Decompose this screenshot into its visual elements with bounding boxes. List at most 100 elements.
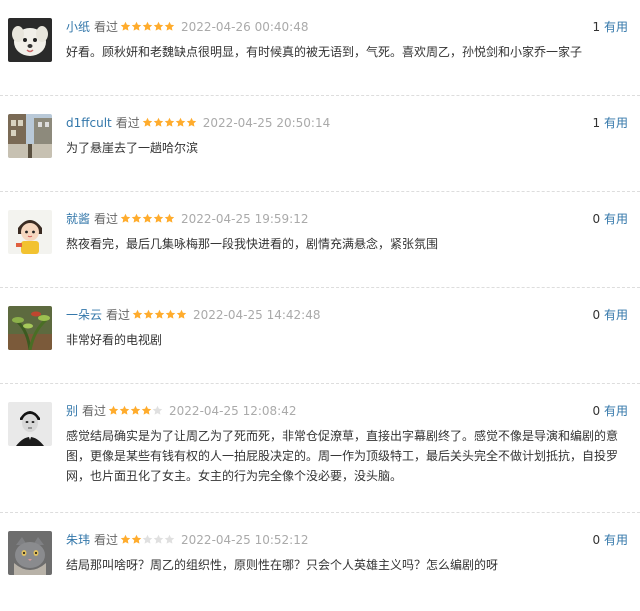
avatar[interactable] (8, 210, 52, 254)
review-text: 结局那叫啥呀？周乙的组织性，原则性在哪？只会个人英雄主义吗？怎么编剧的呀 (66, 558, 499, 572)
review-meta: 一朵云 看过 2022-04-25 14:42:48 (66, 307, 320, 323)
review-meta: d1ffcult 看过 2022-04-25 20:50:14 (66, 115, 330, 131)
useful-button[interactable]: 有用 (604, 212, 628, 226)
avatar[interactable] (8, 306, 52, 350)
timestamp: 2022-04-25 20:50:14 (202, 116, 331, 130)
review-meta: 别看过 2022-04-25 12:08:42 (66, 403, 296, 419)
username-link[interactable]: 小纸 (66, 20, 90, 34)
star-filled-icon (176, 309, 187, 323)
useful-count: 0 (592, 533, 601, 547)
rating-stars (120, 212, 175, 228)
star-filled-icon (164, 213, 175, 227)
timestamp: 2022-04-26 00:40:48 (181, 20, 309, 34)
star-filled-icon (164, 117, 175, 131)
useful-button[interactable]: 有用 (604, 116, 628, 130)
star-filled-icon (131, 213, 142, 227)
timestamp: 2022-04-25 10:52:12 (181, 533, 309, 547)
review-meta: 朱玮 看过 2022-04-25 10:52:12 (66, 532, 308, 548)
review-item: d1ffcult 看过 2022-04-25 20:50:14 1 有用为了悬崖去了一… (0, 114, 640, 194)
useful-count: 1 (592, 20, 601, 34)
star-filled-icon (164, 21, 175, 35)
star-filled-icon (165, 309, 176, 323)
username-link[interactable]: 朱玮 (66, 533, 90, 547)
star-empty-icon (142, 534, 153, 548)
star-filled-icon (175, 117, 186, 131)
watched-label: 看过 (94, 20, 119, 34)
divider (0, 191, 640, 192)
star-filled-icon (186, 117, 197, 131)
timestamp: 2022-04-25 19:59:12 (181, 212, 309, 226)
watched-label: 看过 (115, 116, 140, 130)
rating-stars (120, 533, 175, 549)
review-text: 感觉结局确实是为了让周乙为了死而死，非常仓促潦草，直接出字幕剧终了。感觉不像是导… (66, 429, 619, 483)
username-link[interactable]: 一朵云 (66, 308, 102, 322)
watched-label: 看过 (94, 212, 119, 226)
star-filled-icon (131, 534, 142, 548)
useful-vote[interactable]: 0 有用 (593, 403, 628, 419)
review-meta: 就酱 看过 2022-04-25 19:59:12 (66, 211, 308, 227)
avatar[interactable] (8, 18, 52, 62)
watched-label: 看过 (106, 308, 131, 322)
review-text: 非常好看的电视剧 (66, 333, 163, 347)
watched-label: 看过 (94, 533, 119, 547)
star-filled-icon (153, 21, 164, 35)
review-item: 朱玮 看过 2022-04-25 10:52:12 0 有用结局那叫啥呀？周乙的组织性… (0, 531, 640, 611)
star-filled-icon (130, 405, 141, 419)
divider (0, 287, 640, 288)
avatar[interactable] (8, 531, 52, 575)
star-filled-icon (142, 213, 153, 227)
rating-stars (108, 404, 163, 420)
timestamp: 2022-04-25 14:42:48 (193, 308, 321, 322)
useful-count: 0 (592, 212, 601, 226)
useful-vote[interactable]: 0 有用 (593, 211, 628, 227)
useful-vote[interactable]: 1 有用 (593, 115, 628, 131)
useful-button[interactable]: 有用 (604, 404, 628, 418)
divider (0, 383, 640, 384)
star-filled-icon (154, 309, 165, 323)
review-text: 好看。顾秋妍和老魏缺点很明显，有时候真的被无语到，气死。喜欢周乙，孙悦剑和小家乔… (66, 45, 583, 59)
review-text: 为了悬崖去了一趟哈尔滨 (66, 141, 199, 155)
divider (0, 512, 640, 513)
star-filled-icon (119, 405, 130, 419)
star-empty-icon (152, 405, 163, 419)
star-filled-icon (131, 21, 142, 35)
useful-count: 0 (592, 308, 601, 322)
rating-stars (120, 20, 175, 36)
review-meta: 小纸 看过 2022-04-26 00:40:48 (66, 19, 308, 35)
star-empty-icon (153, 534, 164, 548)
username-link[interactable]: d1ffcult (66, 116, 112, 130)
useful-count: 0 (592, 404, 601, 418)
username-link[interactable]: 就酱 (66, 212, 90, 226)
useful-button[interactable]: 有用 (604, 533, 628, 547)
review-item: 就酱 看过 2022-04-25 19:59:12 0 有用熬夜看完，最后几集咏梅那一… (0, 210, 640, 290)
rating-stars (132, 308, 187, 324)
useful-button[interactable]: 有用 (604, 308, 628, 322)
review-item: 别看过 2022-04-25 12:08:42 0 有用感觉结局确实是为了让周乙为了… (0, 402, 640, 483)
star-empty-icon (164, 534, 175, 548)
review-item: 一朵云 看过 2022-04-25 14:42:48 0 有用非常好看的电视剧 (0, 306, 640, 386)
star-filled-icon (108, 405, 119, 419)
avatar[interactable] (8, 114, 52, 158)
useful-button[interactable]: 有用 (604, 20, 628, 34)
divider (0, 95, 640, 96)
avatar[interactable] (8, 402, 52, 446)
username-link[interactable]: 别 (66, 404, 78, 418)
star-filled-icon (153, 117, 164, 131)
star-filled-icon (143, 309, 154, 323)
review-text: 熬夜看完，最后几集咏梅那一段我快进看的，剧情充满悬念，紧张氛围 (66, 237, 439, 251)
star-filled-icon (142, 21, 153, 35)
useful-vote[interactable]: 0 有用 (593, 307, 628, 323)
useful-vote[interactable]: 0 有用 (593, 532, 628, 548)
useful-count: 1 (592, 116, 601, 130)
rating-stars (142, 116, 197, 132)
review-item: 小纸 看过 2022-04-26 00:40:48 1 有用 好看。顾秋妍和老魏缺点很明… (0, 18, 640, 98)
star-filled-icon (142, 117, 153, 131)
star-filled-icon (132, 309, 143, 323)
timestamp: 2022-04-25 12:08:42 (169, 404, 297, 418)
star-filled-icon (153, 213, 164, 227)
useful-vote[interactable]: 1 有用 (593, 19, 628, 35)
star-filled-icon (120, 21, 131, 35)
star-filled-icon (120, 213, 131, 227)
watched-label: 看过 (82, 404, 107, 418)
star-filled-icon (141, 405, 152, 419)
